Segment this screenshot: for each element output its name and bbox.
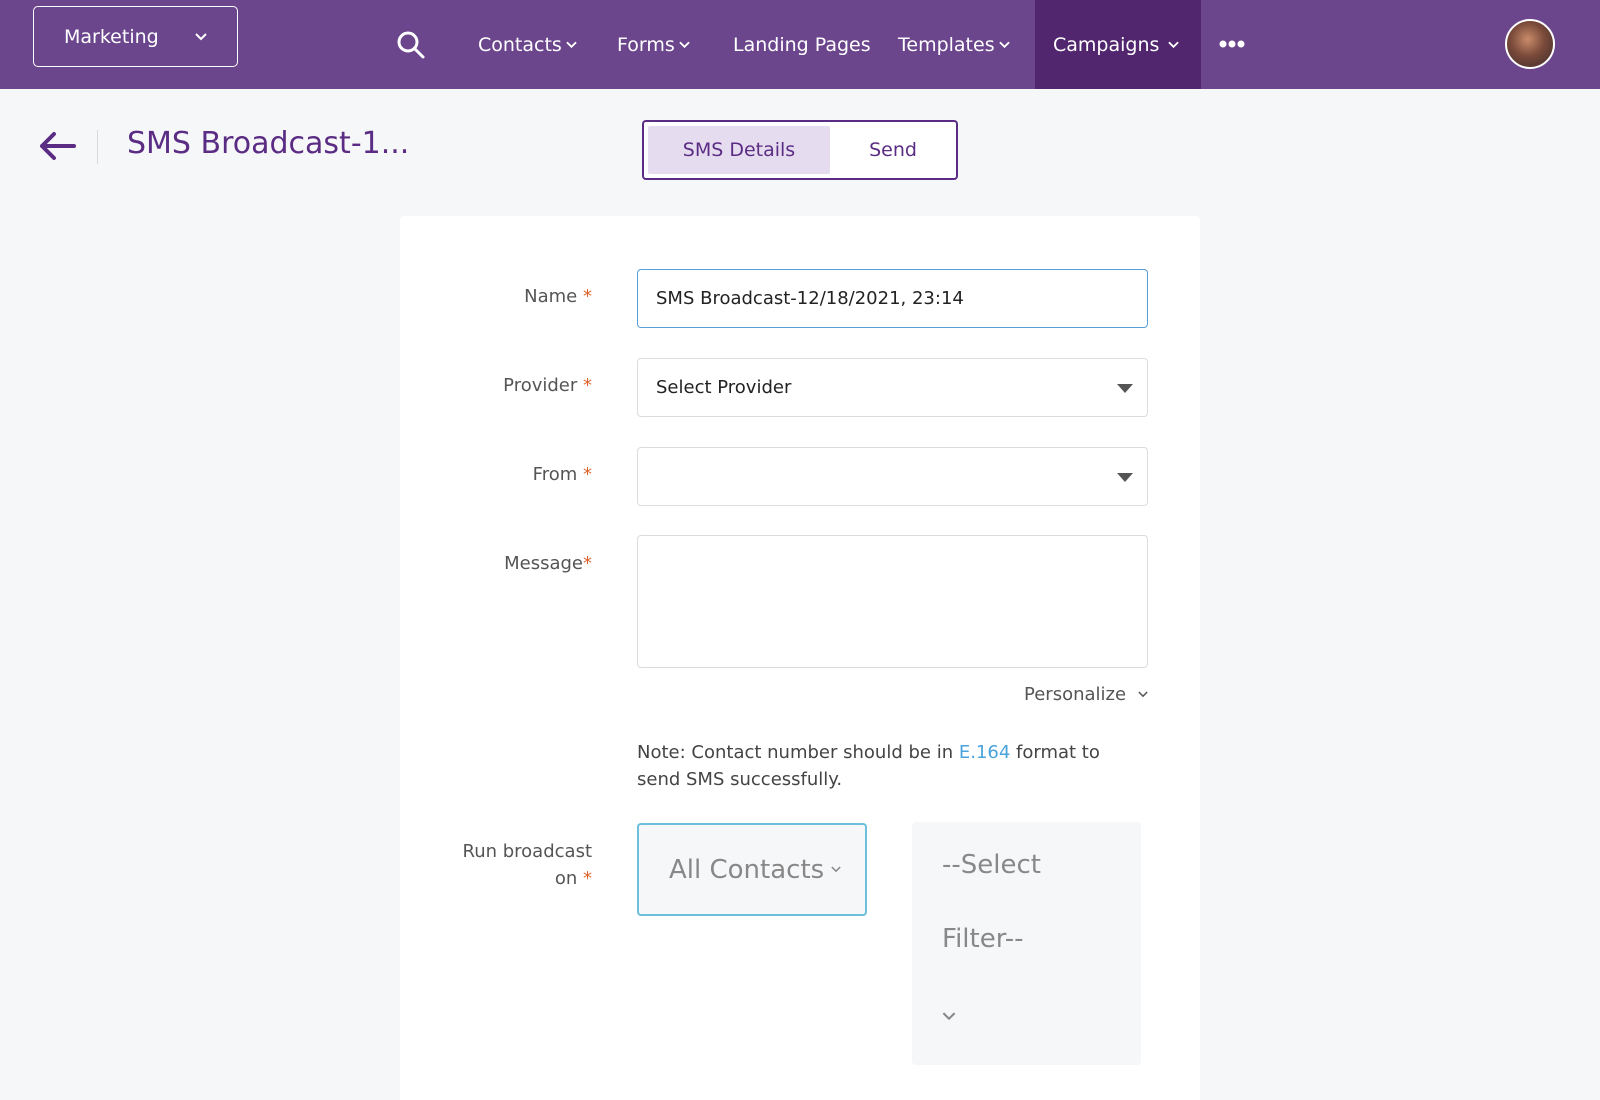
- from-label-text: From: [532, 464, 578, 485]
- from-select[interactable]: [637, 447, 1148, 506]
- required-marker: *: [583, 868, 592, 889]
- nav-contacts[interactable]: Contacts: [478, 0, 577, 89]
- chevron-down-icon: [195, 32, 207, 40]
- e164-link[interactable]: E.164: [959, 742, 1010, 763]
- app-switcher-label: Marketing: [64, 25, 159, 48]
- personalize-label: Personalize: [1024, 684, 1127, 705]
- chevron-down-icon: [679, 41, 690, 48]
- run-broadcast-label-line2: on: [554, 868, 578, 889]
- provider-label-text: Provider: [503, 375, 578, 396]
- chevron-down-icon: [942, 1012, 956, 1021]
- caret-down-icon: [1117, 383, 1133, 393]
- name-label: Name *: [524, 286, 592, 307]
- contact-segment-value: All Contacts: [669, 854, 825, 885]
- provider-label: Provider *: [503, 375, 592, 396]
- name-input-value: SMS Broadcast-12/18/2021, 23:14: [656, 288, 964, 309]
- run-broadcast-label: Run broadcast on *: [463, 838, 593, 892]
- chevron-down-icon: [831, 866, 841, 873]
- provider-select[interactable]: Select Provider: [637, 358, 1148, 417]
- message-label: Message*: [504, 553, 592, 574]
- user-avatar[interactable]: [1505, 19, 1555, 69]
- required-marker: *: [583, 286, 592, 307]
- nav-landing-pages[interactable]: Landing Pages: [733, 0, 871, 89]
- search-icon[interactable]: [396, 30, 426, 60]
- name-input[interactable]: SMS Broadcast-12/18/2021, 23:14: [637, 269, 1148, 328]
- nav-contacts-label: Contacts: [478, 33, 562, 56]
- name-label-text: Name: [524, 286, 578, 307]
- page-title: SMS Broadcast-1...: [127, 126, 410, 161]
- top-navigation-bar: Marketing Contacts Forms Landing Pages T…: [0, 0, 1600, 89]
- run-broadcast-label-line1: Run broadcast: [462, 841, 593, 862]
- chevron-down-icon: [566, 41, 577, 48]
- arrow-left-icon[interactable]: [36, 128, 76, 164]
- filter-select-line1: --Select: [942, 850, 1041, 880]
- caret-down-icon: [1117, 472, 1133, 482]
- message-textarea[interactable]: [637, 535, 1148, 668]
- more-horizontal-icon[interactable]: [1219, 39, 1245, 49]
- nav-templates[interactable]: Templates: [898, 0, 1010, 89]
- tab-sms-details[interactable]: SMS Details: [648, 126, 830, 174]
- personalize-dropdown[interactable]: Personalize: [1024, 684, 1148, 705]
- nav-campaigns[interactable]: Campaigns: [1035, 0, 1201, 89]
- from-label: From *: [533, 464, 592, 485]
- required-marker: *: [583, 464, 592, 485]
- nav-forms[interactable]: Forms: [617, 0, 690, 89]
- run-broadcast-label-line2-wrap: on *: [463, 865, 592, 892]
- message-label-text: Message: [504, 553, 583, 574]
- chevron-down-icon: [998, 41, 1010, 48]
- tab-send[interactable]: Send: [832, 126, 954, 174]
- e164-note: Note: Contact number should be in E.164 …: [637, 739, 1148, 793]
- nav-forms-label: Forms: [617, 33, 675, 56]
- filter-select[interactable]: --Select Filter--: [912, 822, 1141, 1065]
- tab-group: SMS Details Send: [642, 120, 958, 180]
- nav-landing-pages-label: Landing Pages: [733, 33, 871, 56]
- title-divider: [97, 130, 98, 164]
- nav-templates-label: Templates: [898, 33, 995, 56]
- contact-segment-select[interactable]: All Contacts: [637, 823, 867, 916]
- filter-select-line2: Filter--: [942, 924, 1024, 954]
- required-marker: *: [583, 553, 592, 574]
- chevron-down-icon: [1138, 691, 1148, 698]
- nav-campaigns-label: Campaigns: [1053, 33, 1160, 56]
- required-marker: *: [583, 375, 592, 396]
- provider-select-value: Select Provider: [656, 377, 792, 398]
- app-switcher-dropdown[interactable]: Marketing: [33, 6, 238, 67]
- note-prefix: Note: Contact number should be in: [637, 742, 959, 763]
- chevron-down-icon: [1168, 41, 1180, 48]
